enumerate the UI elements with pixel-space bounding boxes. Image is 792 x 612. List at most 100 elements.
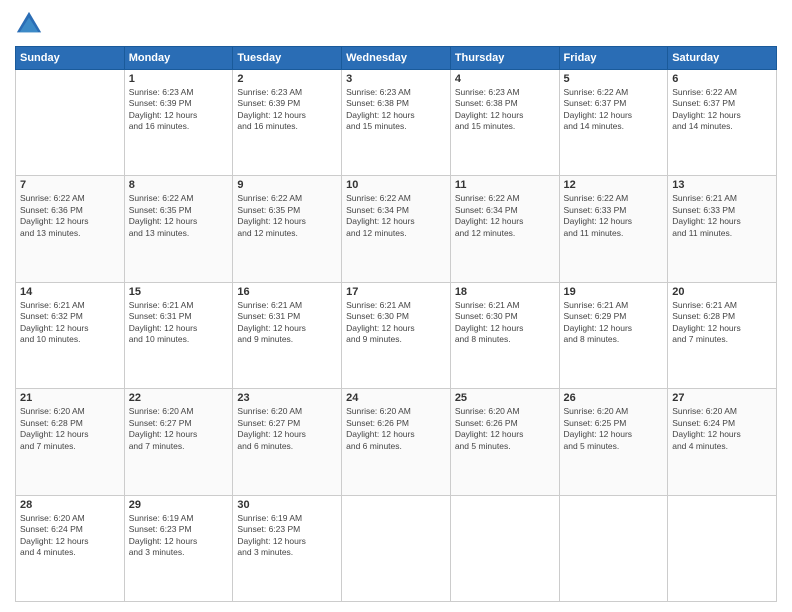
calendar-cell: 21 Sunrise: 6:20 AM Sunset: 6:28 PM Dayli… xyxy=(16,389,125,495)
day-info: Sunrise: 6:22 AM Sunset: 6:34 PM Dayligh… xyxy=(455,193,555,239)
day-number: 21 xyxy=(20,392,120,404)
day-number: 27 xyxy=(672,392,772,404)
calendar-cell xyxy=(450,495,559,601)
calendar-header-cell: Friday xyxy=(559,47,668,70)
day-info: Sunrise: 6:23 AM Sunset: 6:39 PM Dayligh… xyxy=(237,87,337,133)
day-info: Sunrise: 6:22 AM Sunset: 6:37 PM Dayligh… xyxy=(672,87,772,133)
day-number: 25 xyxy=(455,392,555,404)
day-number: 2 xyxy=(237,73,337,85)
calendar-cell xyxy=(16,70,125,176)
calendar-header-cell: Tuesday xyxy=(233,47,342,70)
calendar-cell: 11 Sunrise: 6:22 AM Sunset: 6:34 PM Dayli… xyxy=(450,176,559,282)
calendar-week-row: 1 Sunrise: 6:23 AM Sunset: 6:39 PM Daylig… xyxy=(16,70,777,176)
calendar-cell: 10 Sunrise: 6:22 AM Sunset: 6:34 PM Dayli… xyxy=(342,176,451,282)
day-info: Sunrise: 6:22 AM Sunset: 6:36 PM Dayligh… xyxy=(20,193,120,239)
day-number: 22 xyxy=(129,392,229,404)
day-number: 17 xyxy=(346,286,446,298)
day-number: 24 xyxy=(346,392,446,404)
calendar-header-cell: Sunday xyxy=(16,47,125,70)
day-number: 12 xyxy=(564,179,664,191)
day-number: 1 xyxy=(129,73,229,85)
calendar-cell: 5 Sunrise: 6:22 AM Sunset: 6:37 PM Daylig… xyxy=(559,70,668,176)
page: SundayMondayTuesdayWednesdayThursdayFrid… xyxy=(0,0,792,612)
logo xyxy=(15,10,47,38)
day-number: 18 xyxy=(455,286,555,298)
calendar-table: SundayMondayTuesdayWednesdayThursdayFrid… xyxy=(15,46,777,602)
day-number: 19 xyxy=(564,286,664,298)
day-info: Sunrise: 6:21 AM Sunset: 6:30 PM Dayligh… xyxy=(455,300,555,346)
day-info: Sunrise: 6:20 AM Sunset: 6:24 PM Dayligh… xyxy=(672,406,772,452)
calendar-cell: 23Sunrise: 6:20 AM Sunset: 6:27 PM Dayli… xyxy=(233,389,342,495)
day-number: 6 xyxy=(672,73,772,85)
day-info: Sunrise: 6:20 AM Sunset: 6:26 PM Dayligh… xyxy=(455,406,555,452)
day-number: 16 xyxy=(237,286,337,298)
calendar-cell xyxy=(342,495,451,601)
logo-icon xyxy=(15,10,43,38)
calendar-cell: 19 Sunrise: 6:21 AM Sunset: 6:29 PM Dayli… xyxy=(559,282,668,388)
calendar-cell: 7 Sunrise: 6:22 AM Sunset: 6:36 PM Daylig… xyxy=(16,176,125,282)
calendar-cell: 25 Sunrise: 6:20 AM Sunset: 6:26 PM Dayli… xyxy=(450,389,559,495)
day-info: Sunrise: 6:22 AM Sunset: 6:33 PM Dayligh… xyxy=(564,193,664,239)
day-number: 15 xyxy=(129,286,229,298)
calendar-cell: 30 Sunrise: 6:19 AM Sunset: 6:23 PM Dayli… xyxy=(233,495,342,601)
day-info: Sunrise: 6:22 AM Sunset: 6:37 PM Dayligh… xyxy=(564,87,664,133)
header xyxy=(15,10,777,38)
day-number: 10 xyxy=(346,179,446,191)
day-info: Sunrise: 6:21 AM Sunset: 6:33 PM Dayligh… xyxy=(672,193,772,239)
calendar-cell: 3Sunrise: 6:23 AM Sunset: 6:38 PM Daylig… xyxy=(342,70,451,176)
calendar-cell xyxy=(559,495,668,601)
day-number: 7 xyxy=(20,179,120,191)
calendar-week-row: 14 Sunrise: 6:21 AM Sunset: 6:32 PM Dayli… xyxy=(16,282,777,388)
day-info: Sunrise: 6:22 AM Sunset: 6:35 PM Dayligh… xyxy=(129,193,229,239)
calendar-week-row: 7 Sunrise: 6:22 AM Sunset: 6:36 PM Daylig… xyxy=(16,176,777,282)
day-info: Sunrise: 6:21 AM Sunset: 6:29 PM Dayligh… xyxy=(564,300,664,346)
calendar-week-row: 28 Sunrise: 6:20 AM Sunset: 6:24 PM Dayli… xyxy=(16,495,777,601)
calendar-cell: 18 Sunrise: 6:21 AM Sunset: 6:30 PM Dayli… xyxy=(450,282,559,388)
day-number: 13 xyxy=(672,179,772,191)
calendar-cell: 6 Sunrise: 6:22 AM Sunset: 6:37 PM Daylig… xyxy=(668,70,777,176)
day-number: 3 xyxy=(346,73,446,85)
day-number: 9 xyxy=(237,179,337,191)
day-info: Sunrise: 6:22 AM Sunset: 6:34 PM Dayligh… xyxy=(346,193,446,239)
calendar-cell: 12 Sunrise: 6:22 AM Sunset: 6:33 PM Dayli… xyxy=(559,176,668,282)
calendar-cell: 13 Sunrise: 6:21 AM Sunset: 6:33 PM Dayli… xyxy=(668,176,777,282)
calendar-cell: 27 Sunrise: 6:20 AM Sunset: 6:24 PM Dayli… xyxy=(668,389,777,495)
day-number: 26 xyxy=(564,392,664,404)
calendar-cell: 15 Sunrise: 6:21 AM Sunset: 6:31 PM Dayli… xyxy=(124,282,233,388)
calendar-week-row: 21 Sunrise: 6:20 AM Sunset: 6:28 PM Dayli… xyxy=(16,389,777,495)
day-info: Sunrise: 6:22 AM Sunset: 6:35 PM Dayligh… xyxy=(237,193,337,239)
day-number: 14 xyxy=(20,286,120,298)
day-info: Sunrise: 6:21 AM Sunset: 6:30 PM Dayligh… xyxy=(346,300,446,346)
day-number: 23 xyxy=(237,392,337,404)
day-info: Sunrise: 6:21 AM Sunset: 6:28 PM Dayligh… xyxy=(672,300,772,346)
day-number: 8 xyxy=(129,179,229,191)
day-info: Sunrise: 6:23 AM Sunset: 6:39 PM Dayligh… xyxy=(129,87,229,133)
calendar-header-cell: Monday xyxy=(124,47,233,70)
day-number: 29 xyxy=(129,499,229,511)
calendar-header-cell: Thursday xyxy=(450,47,559,70)
calendar-header-row: SundayMondayTuesdayWednesdayThursdayFrid… xyxy=(16,47,777,70)
day-info: Sunrise: 6:20 AM Sunset: 6:24 PM Dayligh… xyxy=(20,513,120,559)
day-info: Sunrise: 6:19 AM Sunset: 6:23 PM Dayligh… xyxy=(237,513,337,559)
calendar-cell: 4Sunrise: 6:23 AM Sunset: 6:38 PM Daylig… xyxy=(450,70,559,176)
day-number: 28 xyxy=(20,499,120,511)
day-number: 5 xyxy=(564,73,664,85)
day-number: 30 xyxy=(237,499,337,511)
calendar-cell: 24 Sunrise: 6:20 AM Sunset: 6:26 PM Dayli… xyxy=(342,389,451,495)
calendar-cell: 29Sunrise: 6:19 AM Sunset: 6:23 PM Dayli… xyxy=(124,495,233,601)
calendar-cell: 20 Sunrise: 6:21 AM Sunset: 6:28 PM Dayli… xyxy=(668,282,777,388)
calendar-cell: 8 Sunrise: 6:22 AM Sunset: 6:35 PM Daylig… xyxy=(124,176,233,282)
day-info: Sunrise: 6:20 AM Sunset: 6:25 PM Dayligh… xyxy=(564,406,664,452)
calendar-header-cell: Saturday xyxy=(668,47,777,70)
calendar-cell xyxy=(668,495,777,601)
day-info: Sunrise: 6:21 AM Sunset: 6:31 PM Dayligh… xyxy=(129,300,229,346)
day-number: 4 xyxy=(455,73,555,85)
calendar-cell: 2 Sunrise: 6:23 AM Sunset: 6:39 PM Daylig… xyxy=(233,70,342,176)
day-info: Sunrise: 6:21 AM Sunset: 6:32 PM Dayligh… xyxy=(20,300,120,346)
calendar-cell: 9 Sunrise: 6:22 AM Sunset: 6:35 PM Daylig… xyxy=(233,176,342,282)
day-number: 11 xyxy=(455,179,555,191)
day-info: Sunrise: 6:20 AM Sunset: 6:26 PM Dayligh… xyxy=(346,406,446,452)
day-number: 20 xyxy=(672,286,772,298)
day-info: Sunrise: 6:20 AM Sunset: 6:28 PM Dayligh… xyxy=(20,406,120,452)
calendar-body: 1 Sunrise: 6:23 AM Sunset: 6:39 PM Daylig… xyxy=(16,70,777,602)
